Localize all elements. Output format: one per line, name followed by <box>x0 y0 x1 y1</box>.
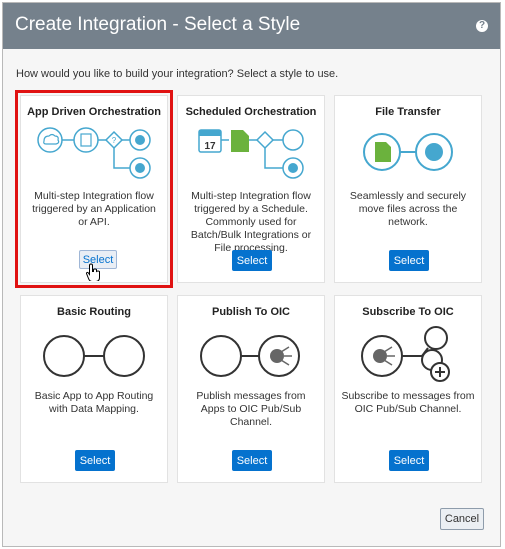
card-title: App Driven Orchestration <box>27 106 161 118</box>
select-basic-routing-button[interactable]: Select <box>75 450 115 471</box>
card-description: Publish messages from Apps to OIC Pub/Su… <box>196 390 306 428</box>
create-integration-dialog: Create Integration - Select a Style ? Ho… <box>2 2 501 547</box>
card-file-transfer[interactable]: File Transfer Seamlessly and securely mo… <box>334 95 482 283</box>
cancel-button[interactable]: Cancel <box>440 508 484 530</box>
select-file-transfer-button[interactable]: Select <box>389 250 429 271</box>
select-publish-button[interactable]: Select <box>232 450 272 471</box>
select-subscribe-button[interactable]: Select <box>389 450 429 471</box>
card-description: Basic App to App Routing with Data Mappi… <box>34 390 154 415</box>
help-icon[interactable]: ? <box>476 20 488 32</box>
publish-icon <box>178 324 324 382</box>
hand-pointer-cursor-icon <box>86 263 100 281</box>
subscribe-icon <box>335 324 481 382</box>
orchestration-flow-icon: ? <box>21 124 167 182</box>
card-publish-to-oic[interactable]: Publish To OIC Publish messages from App… <box>177 295 325 483</box>
scheduled-flow-icon: 17 <box>178 124 324 182</box>
card-title: File Transfer <box>375 106 441 118</box>
dialog-header: Create Integration - Select a Style ? <box>3 3 500 49</box>
card-subscribe-to-oic[interactable]: Subscribe To OIC Subscribe to messages f… <box>334 295 482 483</box>
card-app-driven-orchestration[interactable]: App Driven Orchestration ? Multi-step In… <box>15 90 173 288</box>
calendar-day-label: 17 <box>204 141 216 152</box>
style-prompt: How would you like to build your integra… <box>16 68 339 80</box>
card-scheduled-orchestration[interactable]: Scheduled Orchestration 17 Multi-step In… <box>177 95 325 283</box>
card-description: Seamlessly and securely move files acros… <box>349 190 467 228</box>
card-title: Publish To OIC <box>211 306 290 318</box>
card-title: Basic Routing <box>57 306 131 318</box>
card-description: Subscribe to messages from OIC Pub/Sub C… <box>341 390 475 415</box>
svg-text:?: ? <box>112 136 117 145</box>
card-description: Multi-step Integration flow triggered by… <box>190 190 312 254</box>
card-description: Multi-step Integration flow triggered by… <box>32 190 156 228</box>
card-title: Scheduled Orchestration <box>185 106 317 118</box>
basic-routing-icon <box>21 324 167 382</box>
card-title: Subscribe To OIC <box>362 306 454 318</box>
file-transfer-icon <box>335 124 481 182</box>
card-basic-routing[interactable]: Basic Routing Basic App to App Routing w… <box>20 295 168 483</box>
dialog-title: Create Integration - Select a Style <box>15 14 301 35</box>
select-scheduled-button[interactable]: Select <box>232 250 272 271</box>
